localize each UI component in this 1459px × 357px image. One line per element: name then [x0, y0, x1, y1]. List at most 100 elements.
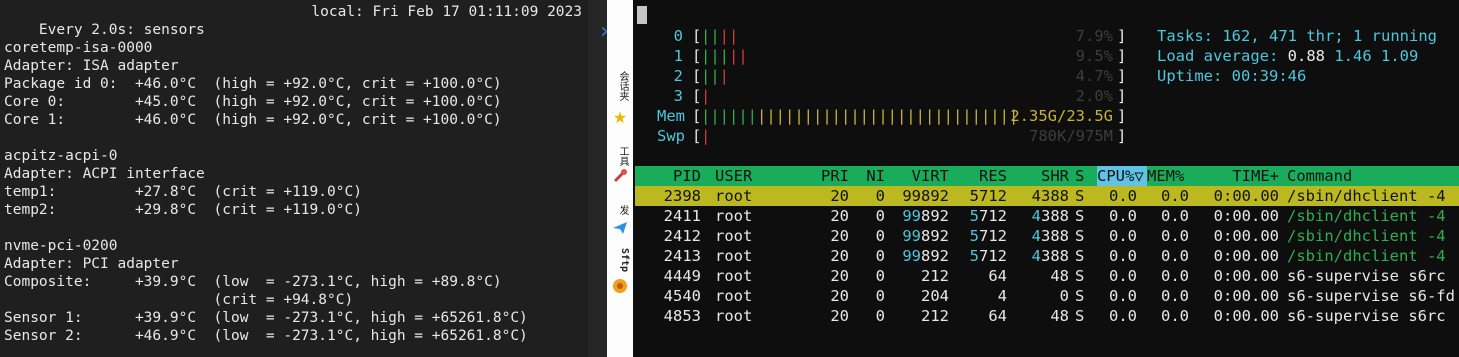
side-toolbar: » 会话夹 ★ 工具 发 Sftp [588, 0, 633, 357]
cpu-id: 1 [673, 47, 683, 65]
cell-cmd: s6-supervise s6rc [1287, 267, 1446, 285]
column-header[interactable]: S [1075, 166, 1089, 186]
sessions-tab[interactable]: 会话夹 [610, 66, 630, 106]
cpu-meter-0: 0[|||| 7.9%] [673, 27, 1127, 45]
swp-bar: | [701, 127, 711, 145]
column-header[interactable]: SHR [1009, 166, 1069, 186]
send-icon[interactable] [611, 220, 629, 238]
cell-cmd: s6-supervise s6-fd [1287, 287, 1455, 305]
cell-pri: 20 [830, 247, 849, 265]
terminal-cursor [637, 6, 647, 24]
cell-time: 0:00.00 [1213, 227, 1279, 245]
process-row[interactable]: 2411 root 20 0 99892 5712 4388 S 0.0 0.0 0:00.00/s… [635, 206, 1459, 226]
column-header[interactable]: USER [715, 166, 775, 186]
column-header[interactable]: NI [849, 166, 885, 186]
sftp-icon[interactable] [611, 278, 629, 296]
column-header[interactable]: PRI [805, 166, 849, 186]
sftp-tab[interactable]: Sftp [610, 244, 630, 276]
process-row[interactable]: 2413 root 20 0 99892 5712 4388 S 0.0 0.0 0:00.00/s… [635, 246, 1459, 266]
star-icon[interactable]: ★ [611, 108, 629, 127]
process-row[interactable]: 2412 root 20 0 99892 5712 4388 S 0.0 0.0 0:00.00/s… [635, 226, 1459, 246]
cell-mem: 0.0 [1161, 287, 1189, 305]
cpu-meter-2: 2[||| 4.7%] [673, 67, 1127, 85]
process-row[interactable]: 4449 root 20 0 212 64 48 S 0.0 0.0 0:00.00 s6-super… [635, 266, 1459, 286]
cell-time: 0:00.00 [1213, 307, 1279, 325]
column-header[interactable]: Command [1287, 166, 1407, 186]
cell-virt: 99892 [902, 207, 949, 225]
cell-cmd: s6-supervise s6rc [1287, 307, 1446, 325]
cell-pid: 2398 [663, 187, 701, 205]
mem-bar: |||||||||||||||||||||||||||||||||| [701, 107, 1019, 125]
process-table-header[interactable]: PID USER PRI NI VIRT RES SHR S CPU%▽ MEM% TIME+ Com… [635, 166, 1459, 186]
cell-pri: 20 [830, 287, 849, 305]
process-row[interactable]: 4540 root 20 0 204 4 0 S 0.0 0.0 0:00.00 s6-supervi… [635, 286, 1459, 306]
sensor-line: Core 1: +46.0°C (high = +92.0°C, crit = … [4, 112, 502, 128]
cell-ni: 0 [875, 227, 885, 245]
cpu-percent: 7.9% [1075, 27, 1113, 45]
cell-pid: 2413 [663, 247, 701, 265]
cell-s: S [1075, 187, 1085, 205]
sensor-line: acpitz-acpi-0 [4, 148, 118, 164]
cell-user: root [715, 227, 753, 245]
cell-virt: 99892 [902, 247, 949, 265]
cell-cmd: /sbin/dhclient -4 [1287, 187, 1446, 205]
sensor-line: Adapter: ISA adapter [4, 58, 179, 74]
mem-meter: Mem[|||||||||||||||||||||||||||||||||| 2.… [657, 107, 1127, 125]
swp-label: Swp [657, 127, 685, 145]
cpu-id: 2 [673, 67, 683, 85]
selected-process-row[interactable]: 2398 root 20 0 99892 5712 4388 S 0.0 0.0 0:00.00/s… [635, 186, 1459, 206]
column-header[interactable]: PID [635, 166, 701, 186]
cpu-bar: | [701, 87, 711, 105]
cell-res: 5712 [969, 207, 1007, 225]
mem-value: 2.35G/23.5G [1010, 107, 1113, 125]
cell-time: 0:00.00 [1213, 207, 1279, 225]
tools-icon[interactable] [611, 168, 629, 186]
cell-pri: 20 [830, 267, 849, 285]
tools-tab[interactable]: 工具 [610, 142, 630, 170]
sensor-line: Adapter: PCI adapter [4, 256, 179, 272]
column-header[interactable]: VIRT [885, 166, 949, 186]
cell-s: S [1075, 207, 1085, 225]
cell-virt: 99892 [902, 227, 949, 245]
cell-cpu: 0.0 [1109, 207, 1137, 225]
cell-user: root [715, 187, 753, 205]
cell-res: 5712 [969, 187, 1007, 205]
sensor-line: temp1: +27.8°C (crit = +119.0°C) [4, 184, 362, 200]
cell-shr: 48 [1050, 267, 1069, 285]
cell-pid: 2412 [663, 227, 701, 245]
column-header[interactable]: TIME+ [1195, 166, 1279, 186]
cell-pri: 20 [830, 187, 849, 205]
cpu-bar: |||| [701, 27, 739, 45]
cpu-meter-1: 1[||||| 9.5%] [673, 47, 1127, 65]
cell-shr: 4388 [1031, 187, 1069, 205]
cell-pri: 20 [830, 227, 849, 245]
sensors-terminal[interactable]: Every 2.0s: sensors local: Fri Feb 17 01… [0, 0, 588, 357]
cpu-percent: 2.0% [1075, 87, 1113, 105]
cell-user: root [715, 207, 753, 225]
cell-user: root [715, 287, 753, 305]
cpu-percent: 9.5% [1075, 47, 1113, 65]
cell-res: 64 [988, 267, 1007, 285]
send-tab[interactable]: 发 [610, 200, 630, 220]
cell-cpu: 0.0 [1109, 287, 1137, 305]
sensor-line: Package id 0: +46.0°C (high = +92.0°C, c… [4, 76, 502, 92]
cell-s: S [1075, 307, 1085, 325]
cell-time: 0:00.00 [1213, 267, 1279, 285]
cell-virt: 204 [921, 287, 949, 305]
uptime-line: Uptime: 00:39:46 [1157, 67, 1307, 85]
cell-mem: 0.0 [1161, 247, 1189, 265]
cell-cpu: 0.0 [1109, 307, 1137, 325]
cell-time: 0:00.00 [1213, 187, 1279, 205]
cell-shr: 48 [1050, 307, 1069, 325]
cell-ni: 0 [875, 247, 885, 265]
cpu-bar: ||||| [701, 47, 748, 65]
cell-s: S [1075, 267, 1085, 285]
htop-terminal[interactable]: 0[|||| 7.9%] 1[||||| 9.5%] 2[||| 4.7%] 3[| 2.0%… [633, 0, 1459, 357]
cell-ni: 0 [875, 287, 885, 305]
cell-pid: 4853 [663, 307, 701, 325]
cell-virt: 212 [921, 267, 949, 285]
cell-res: 5712 [969, 247, 1007, 265]
column-header[interactable]: RES [951, 166, 1007, 186]
process-row[interactable]: 4853 root 20 0 212 64 48 S 0.0 0.0 0:00.00 s6-super… [635, 306, 1459, 326]
cell-user: root [715, 247, 753, 265]
